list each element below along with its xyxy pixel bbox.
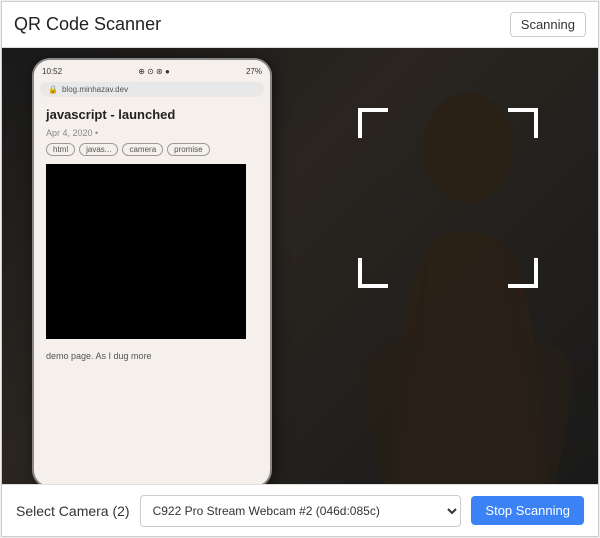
camera-select-label: Select Camera (2) bbox=[16, 503, 130, 519]
phone-url: blog.minhazav.dev bbox=[62, 85, 128, 94]
scanner-container: QR Code Scanner Scanning 10:52 ⊕ ⊙ ⊛ ● 2… bbox=[1, 1, 599, 537]
qr-code-image bbox=[46, 164, 246, 339]
phone-status-bar: 10:52 ⊕ ⊙ ⊛ ● 27% bbox=[34, 60, 270, 82]
phone-time: 10:52 bbox=[42, 67, 62, 76]
phone-article-date: Apr 4, 2020 • bbox=[46, 128, 258, 138]
phone-mockup: 10:52 ⊕ ⊙ ⊛ ● 27% 🔒 blog.minhazav.dev ja… bbox=[32, 58, 272, 484]
camera-viewport: 10:52 ⊕ ⊙ ⊛ ● 27% 🔒 blog.minhazav.dev ja… bbox=[2, 48, 598, 484]
phone-article-title: javascript - launched bbox=[46, 107, 258, 124]
phone-battery: 27% bbox=[246, 67, 262, 76]
phone-tags: html javas... camera promise bbox=[46, 143, 258, 156]
scanning-status-badge: Scanning bbox=[510, 12, 586, 37]
phone-content: javascript - launched Apr 4, 2020 • html… bbox=[34, 101, 270, 368]
page-title: QR Code Scanner bbox=[14, 14, 161, 35]
stop-scanning-button[interactable]: Stop Scanning bbox=[471, 496, 584, 525]
footer: Select Camera (2) C922 Pro Stream Webcam… bbox=[2, 484, 598, 536]
header: QR Code Scanner Scanning bbox=[2, 2, 598, 48]
tag-javas: javas... bbox=[79, 143, 118, 156]
person-silhouette bbox=[358, 88, 578, 484]
phone-footer-text: demo page. As I dug more bbox=[46, 350, 258, 363]
tag-promise: promise bbox=[167, 143, 209, 156]
tag-camera: camera bbox=[122, 143, 163, 156]
phone-url-bar: 🔒 blog.minhazav.dev bbox=[40, 82, 264, 97]
phone-status-icons: ⊕ ⊙ ⊛ ● bbox=[138, 67, 170, 76]
camera-select-dropdown[interactable]: C922 Pro Stream Webcam #2 (046d:085c) bbox=[140, 495, 462, 527]
tag-html: html bbox=[46, 143, 75, 156]
